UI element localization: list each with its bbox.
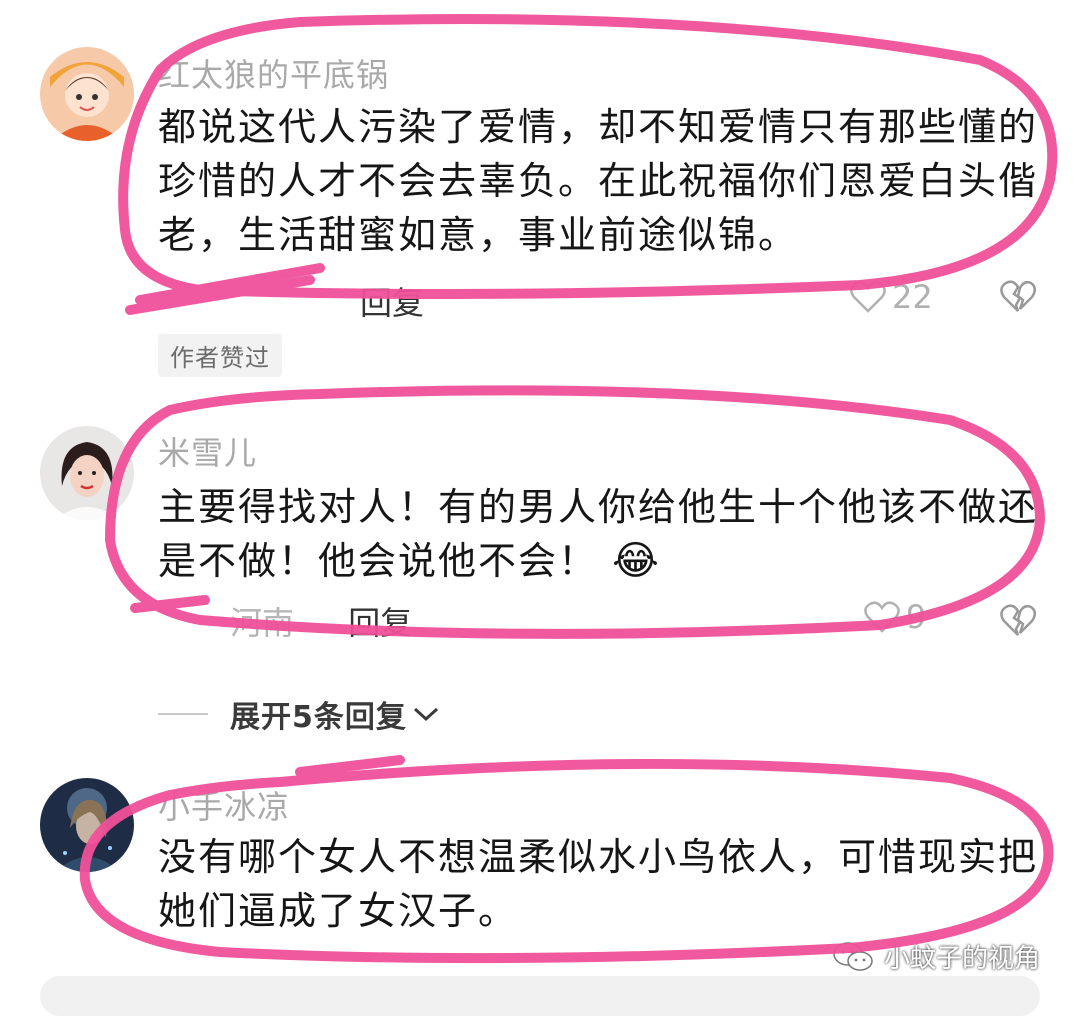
crying-laughing-emoji: 😂 xyxy=(612,538,661,584)
woman-photo-avatar-icon xyxy=(40,426,134,520)
comment-text: 都说这代人污染了爱情，却不知爱情只有那些懂的珍惜的人才不会去辜负。在此祝福你们恩… xyxy=(158,105,1039,257)
comment-location: 河南 xyxy=(230,604,295,642)
comment-username[interactable]: 米雪儿 xyxy=(158,428,257,474)
fantasy-portrait-avatar-icon xyxy=(40,778,134,872)
reply-button[interactable]: 回复 xyxy=(348,604,412,642)
broken-heart-icon[interactable] xyxy=(1000,602,1036,638)
heart-icon xyxy=(864,601,900,633)
like-count: 9 xyxy=(906,598,927,636)
wechat-watermark: 小蚊子的视角 xyxy=(832,938,1040,975)
comment-text: 没有哪个女人不想温柔似水小鸟依人，可惜现实把她们逼成了女汉子。 xyxy=(158,835,1039,933)
like-count: 22 xyxy=(892,278,933,316)
user-avatar[interactable] xyxy=(40,47,134,141)
author-liked-badge: 作者赞过 xyxy=(158,334,282,377)
divider-line xyxy=(158,713,208,715)
user-avatar[interactable] xyxy=(40,426,134,520)
cartoon-girl-avatar-icon xyxy=(40,47,134,141)
watermark-text: 小蚊子的视角 xyxy=(884,944,1041,974)
broken-heart-icon[interactable] xyxy=(1000,278,1036,314)
comment-text: 主要得找对人！有的男人你给他生十个他该不做还是不做！他会说他不会！ 😂 xyxy=(158,485,1039,584)
expand-replies-label: 展开5条回复 xyxy=(230,700,407,735)
like-button[interactable]: 9 xyxy=(864,598,926,636)
comment-username[interactable]: 小手冰凉 xyxy=(158,782,290,828)
heart-icon xyxy=(850,281,886,313)
comment-username[interactable]: 红太狼的平底锅 xyxy=(158,50,389,96)
like-button[interactable]: 22 xyxy=(850,278,933,316)
expand-replies-button[interactable]: 展开5条回复 xyxy=(158,692,441,736)
chevron-down-icon xyxy=(413,707,438,722)
reply-button[interactable]: 回复 xyxy=(360,284,424,322)
user-avatar[interactable] xyxy=(40,778,134,872)
comment-input-bar[interactable] xyxy=(40,976,1040,1016)
wechat-icon xyxy=(833,941,873,971)
